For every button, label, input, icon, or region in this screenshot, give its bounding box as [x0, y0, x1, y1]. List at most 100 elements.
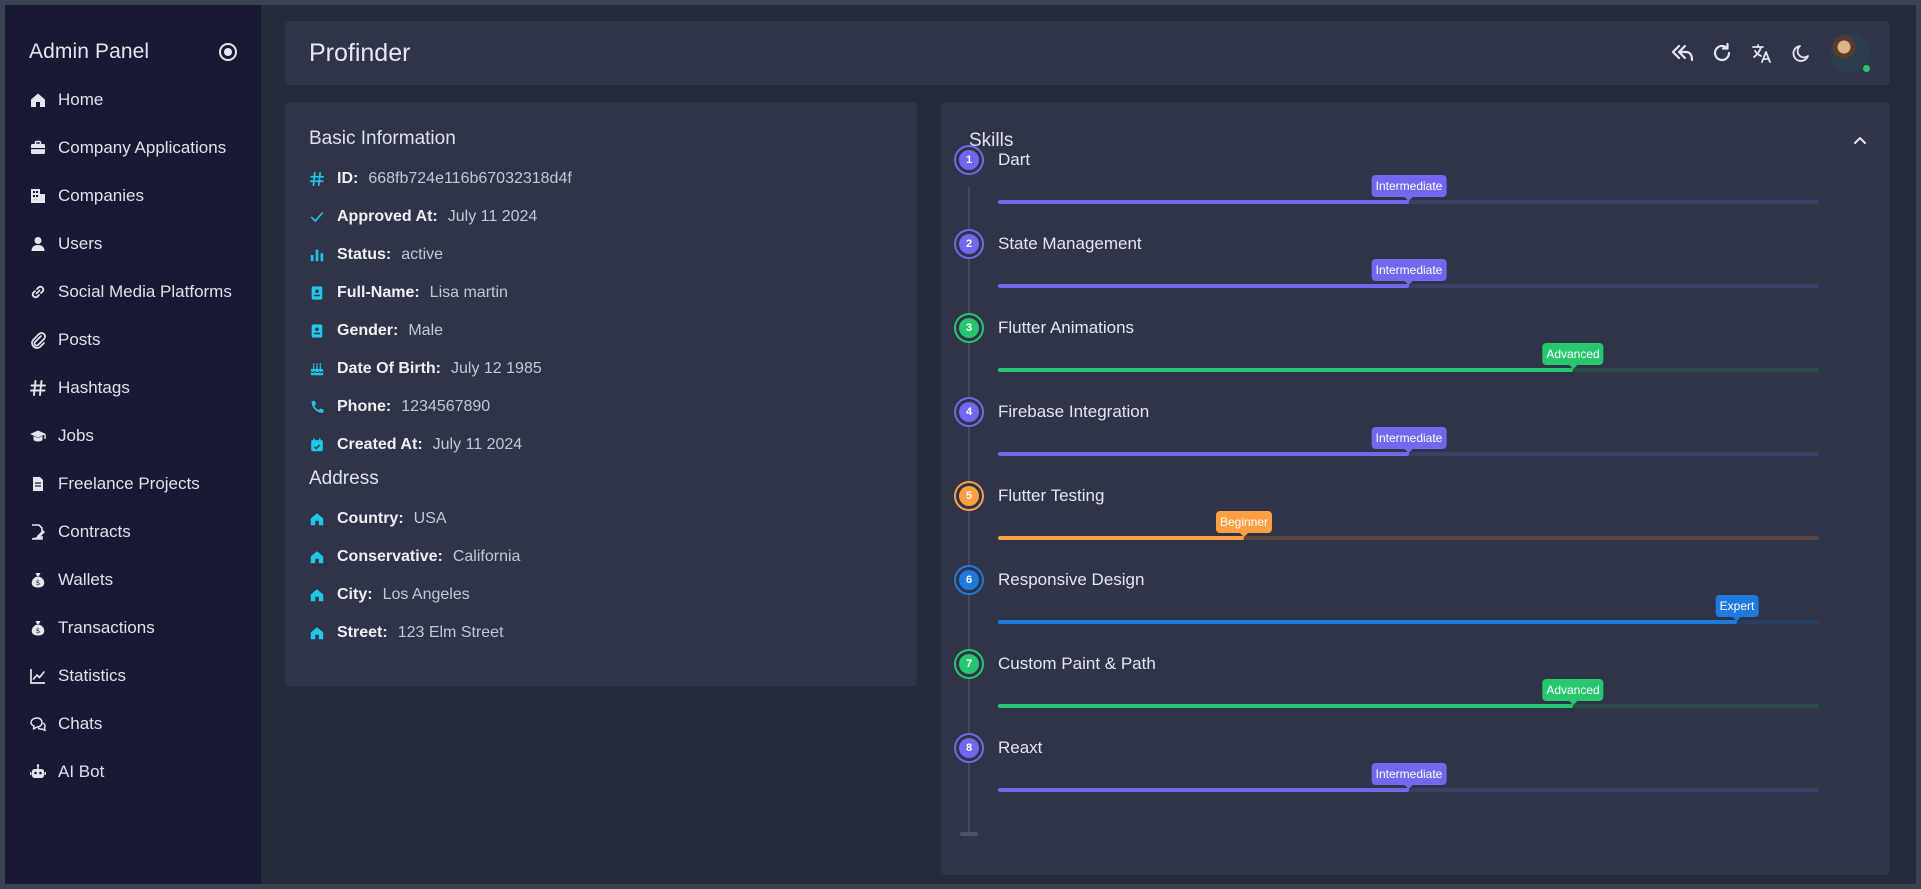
info-row: Conservative: California — [309, 538, 893, 576]
hashtag-icon — [30, 380, 46, 396]
sidebar-item-contracts[interactable]: Contracts — [5, 508, 261, 556]
info-value: 1234567890 — [401, 398, 491, 415]
phone-icon — [311, 400, 324, 413]
sidebar-item-jobs[interactable]: Jobs — [5, 412, 261, 460]
info-label: ID: — [337, 170, 359, 187]
app-frame: Admin Panel Home Company Applications Comp… — [5, 5, 1916, 884]
sidebar: Admin Panel Home Company Applications Comp… — [5, 5, 261, 884]
info-row: ID: 668fb724e116b67032318d4f — [309, 160, 893, 198]
online-status-dot — [1862, 64, 1871, 73]
info-label: Street: — [337, 624, 388, 641]
skill-item: 7 Custom Paint & Path Advanced — [941, 649, 1890, 733]
skill-progress-fill — [998, 452, 1409, 456]
info-row: Phone: 1234567890 — [309, 388, 893, 426]
skill-level-badge: Expert — [1715, 595, 1759, 621]
skill-progress-fill — [998, 536, 1244, 540]
step-number-label: 5 — [959, 486, 979, 506]
skill-name: State Management — [998, 234, 1142, 253]
sidebar-item-ai-bot[interactable]: AI Bot — [5, 748, 261, 796]
info-value: USA — [413, 510, 447, 527]
reply-all-icon[interactable] — [1670, 41, 1694, 65]
skill-name: Responsive Design — [998, 570, 1145, 589]
skill-level-badge: Advanced — [1542, 343, 1604, 369]
sidebar-item-label: Users — [58, 234, 103, 253]
svg-text:$: $ — [36, 579, 40, 587]
sidebar-item-transactions[interactable]: $ Transactions — [5, 604, 261, 652]
info-value: 123 Elm Street — [397, 624, 504, 641]
skill-item: 1 Dart Intermediate — [941, 145, 1890, 229]
skill-name: Custom Paint & Path — [998, 654, 1156, 673]
sidebar-item-freelance-projects[interactable]: Freelance Projects — [5, 460, 261, 508]
info-row: Gender: Male — [309, 312, 893, 350]
skill-name: Reaxt — [998, 738, 1043, 757]
info-row: Approved At: July 11 2024 — [309, 198, 893, 236]
sidebar-item-label: Companies — [58, 186, 144, 205]
robot-icon — [30, 764, 46, 778]
sidebar-item-label: Hashtags — [58, 378, 130, 397]
sidebar-item-companies[interactable]: Companies — [5, 172, 261, 220]
sidebar-item-hashtags[interactable]: Hashtags — [5, 364, 261, 412]
skill-progress-fill — [998, 284, 1409, 288]
info-value: July 11 2024 — [447, 208, 538, 225]
info-value: Los Angeles — [382, 586, 470, 603]
info-label: Date Of Birth: — [337, 360, 441, 377]
sidebar-item-home[interactable]: Home — [5, 76, 261, 124]
refresh-icon[interactable] — [1710, 41, 1734, 65]
info-value: Lisa martin — [429, 284, 508, 301]
graduation-cap-icon — [30, 430, 46, 442]
skills-card: Skills 1 Dart Intermediate 2 State Managemen… — [941, 102, 1890, 875]
sidebar-item-label: Company Applications — [58, 138, 227, 157]
step-number: 7 — [954, 649, 984, 679]
step-number: 4 — [954, 397, 984, 427]
moon-icon[interactable] — [1790, 41, 1814, 65]
skill-progress-fill — [998, 788, 1409, 792]
step-number: 5 — [954, 481, 984, 511]
id-badge-icon — [311, 324, 323, 338]
sidebar-item-label: Contracts — [58, 522, 131, 541]
info-row: Country: USA — [309, 500, 893, 538]
home-icon — [310, 627, 324, 640]
skill-progress-track — [998, 536, 1819, 540]
skill-level-badge: Beginner — [1215, 511, 1273, 537]
brand-title: Admin Panel — [29, 40, 150, 63]
check-icon — [310, 212, 324, 222]
avatar[interactable] — [1830, 33, 1871, 73]
home-icon — [310, 513, 324, 526]
sidebar-item-chats[interactable]: Chats — [5, 700, 261, 748]
info-label: Approved At: — [337, 208, 438, 225]
chat-icon — [30, 717, 46, 732]
sidebar-toggle-icon[interactable] — [219, 43, 237, 61]
sidebar-item-label: Posts — [58, 330, 101, 349]
paperclip-icon — [31, 332, 46, 349]
skill-item: 3 Flutter Animations Advanced — [941, 313, 1890, 397]
sidebar-item-wallets[interactable]: $ Wallets — [5, 556, 261, 604]
address-title: Address — [309, 468, 379, 489]
user-icon — [31, 237, 45, 251]
basic-info-card: Basic Information ID: 668fb724e116b670323… — [285, 102, 917, 686]
id-badge-icon — [311, 286, 323, 300]
sidebar-item-statistics[interactable]: Statistics — [5, 652, 261, 700]
skill-name: Firebase Integration — [998, 402, 1150, 421]
page-title: Profinder — [309, 38, 411, 67]
sidebar-item-company-applications[interactable]: Company Applications — [5, 124, 261, 172]
sidebar-item-users[interactable]: Users — [5, 220, 261, 268]
bar-chart-icon — [310, 249, 324, 262]
skill-item: 4 Firebase Integration Intermediate — [941, 397, 1890, 481]
cake-icon — [310, 363, 324, 376]
info-value: July 11 2024 — [432, 436, 523, 453]
sidebar-item-social-media-platforms[interactable]: Social Media Platforms — [5, 268, 261, 316]
sidebar-item-label: AI Bot — [58, 762, 105, 781]
skill-progress-fill — [998, 704, 1573, 708]
info-label: Status: — [337, 246, 392, 263]
info-label: Phone: — [337, 398, 392, 415]
skill-item: 5 Flutter Testing Beginner — [941, 481, 1890, 565]
sidebar-item-posts[interactable]: Posts — [5, 316, 261, 364]
sidebar-item-label: Jobs — [58, 426, 94, 445]
skill-progress-track — [998, 704, 1819, 708]
translate-icon[interactable] — [1750, 41, 1774, 65]
skill-progress-track — [998, 620, 1819, 624]
money-bag-icon: $ — [31, 573, 45, 588]
info-row: Street: 123 Elm Street — [309, 614, 893, 652]
sidebar-item-label: Statistics — [58, 666, 127, 685]
step-number-label: 7 — [959, 654, 979, 674]
